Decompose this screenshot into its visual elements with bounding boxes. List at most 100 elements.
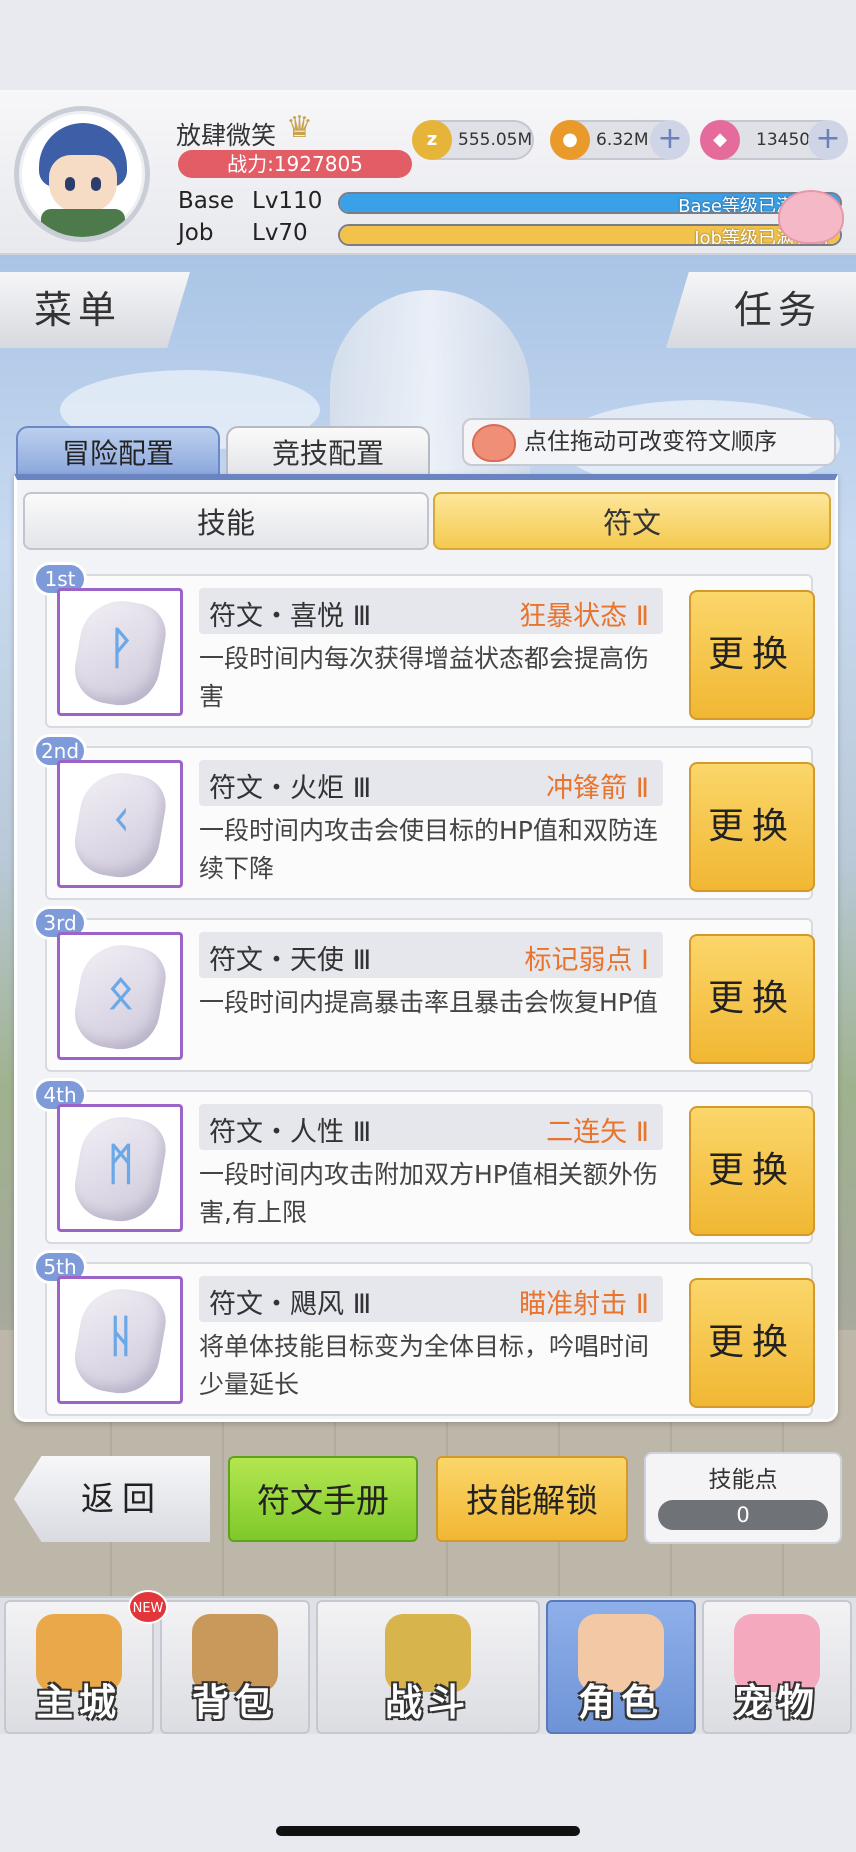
rune-description: 一段时间内每次获得增益状态都会提高伤害 (199, 644, 650, 711)
rune-slot-1[interactable]: 1st ᚹ 符文・喜悦 Ⅲ 狂暴状态 Ⅱ 一段时间内每次获得增益状态都会提高伤害… (33, 562, 815, 728)
tab-adventure-config[interactable]: 冒险配置 (16, 426, 220, 478)
nav-backpack[interactable]: 背包 (160, 1600, 310, 1734)
rune-icon-frame: ᛗ (57, 1104, 183, 1232)
swap-button[interactable]: 更换 (689, 762, 815, 892)
skill-points-label: 技能点 (708, 1467, 778, 1493)
nav-label: 战斗 (385, 1681, 471, 1724)
rune-icon-frame: ᛟ (57, 932, 183, 1060)
currency-zeny: z 555.05M (412, 120, 534, 160)
rune-bound-skill: 二连矢 Ⅱ (546, 1117, 649, 1148)
gold-poring-coin-icon: ● (550, 120, 590, 160)
rune-glyph: ᚲ (107, 795, 134, 847)
nav-pet[interactable]: 宠物 (702, 1600, 852, 1734)
add-crystal-button[interactable]: + (808, 120, 848, 160)
poring-assistant-icon[interactable] (778, 190, 844, 244)
rune-name: 符文・人性 Ⅲ (209, 1117, 372, 1148)
drag-tip-text: 点住拖动可改变符文顺序 (524, 429, 777, 455)
base-exp-bar: Base等级已满，可 (338, 192, 842, 214)
tab-arena-config[interactable]: 竞技配置 (226, 426, 430, 478)
avatar-face (49, 155, 117, 213)
back-button[interactable]: 返回 (14, 1456, 210, 1542)
rune-name: 符文・飓风 Ⅲ (209, 1289, 372, 1320)
currency-gold: ● 6.32M + (550, 120, 690, 160)
home-indicator[interactable] (276, 1826, 580, 1836)
menu-button[interactable]: 菜单 (0, 272, 190, 348)
rune-stone-icon: ᚲ (69, 766, 171, 884)
rune-stone-icon: ᚺ (69, 1282, 171, 1400)
rune-header: 符文・人性 Ⅲ 二连矢 Ⅱ (199, 1104, 663, 1150)
zeny-coin-icon: z (412, 120, 452, 160)
player-name: 放肆微笑 (176, 121, 277, 150)
swap-button[interactable]: 更换 (689, 934, 815, 1064)
rune-name: 符文・火炬 Ⅲ (209, 773, 372, 804)
currency-value: 555.05M (458, 130, 533, 150)
rune-config-panel: 技能 符文 1st ᚹ 符文・喜悦 Ⅲ 狂暴状态 Ⅱ 一段时间内每次获得增益状态… (14, 474, 838, 1422)
rune-header: 符文・喜悦 Ⅲ 狂暴状态 Ⅱ (199, 588, 663, 634)
avatar-scarf (41, 209, 125, 237)
nav-label: 背包 (192, 1681, 278, 1724)
rune-name: 符文・天使 Ⅲ (209, 945, 372, 976)
avatar-eye (91, 177, 101, 191)
new-badge: NEW (128, 1590, 168, 1624)
player-header: 放肆微笑 ♛ 战力:1927805 z 555.05M ● 6.32M + ◆ … (0, 90, 856, 255)
rune-stone-icon: ᚹ (69, 594, 171, 712)
currency-crystal: ◆ 13450 + (700, 120, 848, 160)
rune-header: 符文・火炬 Ⅲ 冲锋箭 Ⅱ (199, 760, 663, 806)
pink-crystal-icon: ◆ (700, 120, 740, 160)
swap-button[interactable]: 更换 (689, 1278, 815, 1408)
rune-glyph: ᚺ (107, 1311, 134, 1363)
rune-slot-3[interactable]: 3rd ᛟ 符文・天使 Ⅲ 标记弱点 Ⅰ 一段时间内提高暴击率且暴击会恢复HP值… (33, 906, 815, 1072)
bottom-nav: 主城 背包 战斗 角色 宠物 (0, 1596, 856, 1734)
skill-unlock-button[interactable]: 技能解锁 (436, 1456, 628, 1542)
skill-points-value: 0 (658, 1500, 828, 1530)
rune-glyph: ᛗ (107, 1139, 134, 1191)
tab-rune[interactable]: 符文 (433, 492, 831, 550)
currency-value: 13450 (756, 130, 811, 150)
rune-bound-skill: 狂暴状态 Ⅱ (519, 601, 649, 632)
tab-skill[interactable]: 技能 (23, 492, 429, 550)
swap-button[interactable]: 更换 (689, 590, 815, 720)
job-exp-bar: Job等级已满，可 (338, 224, 842, 246)
nav-label: 宠物 (734, 1681, 820, 1724)
rune-bound-skill: 冲锋箭 Ⅱ (546, 773, 649, 804)
rune-icon-frame: ᚲ (57, 760, 183, 888)
rune-header: 符文・飓风 Ⅲ 瞄准射击 Ⅱ (199, 1276, 663, 1322)
job-level: Lv70 (252, 220, 308, 246)
job-label: Job (178, 220, 214, 246)
avatar-eye (65, 177, 75, 191)
base-label: Base (178, 188, 235, 214)
rune-stone-icon: ᛟ (69, 938, 171, 1056)
rune-bound-skill: 瞄准射击 Ⅱ (519, 1289, 649, 1320)
currency-value: 6.32M (596, 130, 649, 150)
drag-tip: 点住拖动可改变符文顺序 (462, 418, 836, 466)
rune-header: 符文・天使 Ⅲ 标记弱点 Ⅰ (199, 932, 663, 978)
rune-icon-frame: ᚹ (57, 588, 183, 716)
add-gold-button[interactable]: + (650, 120, 690, 160)
nav-main-city[interactable]: 主城 (4, 1600, 154, 1734)
player-avatar[interactable] (14, 106, 150, 242)
rune-description: 一段时间内攻击附加双方HP值相关额外伤害,有上限 (199, 1160, 658, 1227)
nav-label: 角色 (578, 1681, 664, 1724)
vip-crown-icon: ♛ (286, 110, 313, 145)
rune-stone-icon: ᛗ (69, 1110, 171, 1228)
skill-points-box: 技能点 0 (644, 1452, 842, 1544)
rune-slot-4[interactable]: 4th ᛗ 符文・人性 Ⅲ 二连矢 Ⅱ 一段时间内攻击附加双方HP值相关额外伤害… (33, 1078, 815, 1244)
rune-name: 符文・喜悦 Ⅲ (209, 601, 372, 632)
task-button[interactable]: 任务 (666, 272, 856, 348)
swap-button[interactable]: 更换 (689, 1106, 815, 1236)
nav-label: 主城 (36, 1681, 122, 1724)
nav-character[interactable]: 角色 (546, 1600, 696, 1734)
nav-battle[interactable]: 战斗 (316, 1600, 540, 1734)
rune-glyph: ᚹ (107, 623, 134, 675)
rune-slot-2[interactable]: 2nd ᚲ 符文・火炬 Ⅲ 冲锋箭 Ⅱ 一段时间内攻击会使目标的HP值和双防连续… (33, 734, 815, 900)
rune-slot-5[interactable]: 5th ᚺ 符文・飓风 Ⅲ 瞄准射击 Ⅱ 将单体技能目标变为全体目标，吟唱时间少… (33, 1250, 815, 1416)
rune-bound-skill: 标记弱点 Ⅰ (524, 945, 649, 976)
rune-description: 一段时间内攻击会使目标的HP值和双防连续下降 (199, 816, 658, 883)
rune-description: 将单体技能目标变为全体目标，吟唱时间少量延长 (199, 1332, 650, 1399)
poring-tip-icon (472, 424, 516, 462)
rune-manual-button[interactable]: 符文手册 (228, 1456, 418, 1542)
combat-power: 战力:1927805 (178, 150, 412, 178)
rune-icon-frame: ᚺ (57, 1276, 183, 1404)
rune-glyph: ᛟ (107, 967, 134, 1019)
base-level: Lv110 (252, 188, 323, 214)
